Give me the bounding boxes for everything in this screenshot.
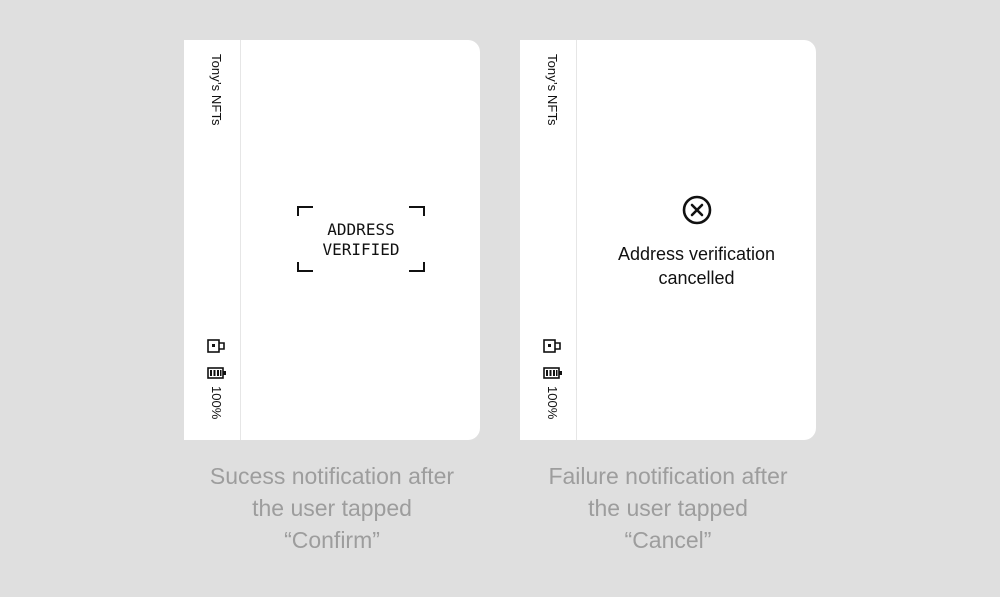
failure-caption: Failure notification after the user tapp…: [520, 460, 816, 556]
battery-percent-label: 100%: [545, 386, 560, 420]
screen-content: Address verification cancelled: [577, 40, 816, 440]
verification-cancelled-message: Address verification cancelled: [587, 242, 806, 290]
failure-device-screen: Tony’s NFTs 100% Address verification ca…: [520, 40, 816, 440]
frame-corner-top-right: [409, 206, 425, 216]
battery-icon: [543, 367, 562, 379]
screen-content: ADDRESS VERIFIED: [241, 40, 480, 440]
success-device-screen: Tony’s NFTs 100% ADDRESS VERIFIED: [184, 40, 480, 440]
caption-line-3: “Cancel”: [624, 527, 712, 553]
caption-line-1: Failure notification after: [548, 463, 788, 489]
status-rail: Tony’s NFTs 100%: [520, 40, 577, 440]
message-line-1: ADDRESS: [327, 220, 395, 239]
caption-line-1: Sucess notification after: [209, 463, 455, 489]
app-name-label: Tony’s NFTs: [545, 54, 560, 126]
app-name-label: Tony’s NFTs: [209, 54, 224, 126]
battery-icon: [207, 367, 226, 379]
address-verified-message: ADDRESS VERIFIED: [297, 220, 425, 260]
address-verified-frame: ADDRESS VERIFIED: [297, 206, 425, 272]
cancel-circle-icon: [682, 195, 712, 225]
frame-corner-top-left: [297, 206, 313, 216]
status-rail: Tony’s NFTs 100%: [184, 40, 241, 440]
caption-line-2: the user tapped: [588, 495, 748, 521]
message-line-1: Address verification: [617, 244, 776, 264]
frame-corner-bottom-left: [297, 262, 313, 272]
frame-corner-bottom-right: [409, 262, 425, 272]
message-line-2: cancelled: [658, 268, 735, 288]
usb-connection-icon: [543, 339, 561, 353]
caption-line-3: “Confirm”: [284, 527, 380, 553]
success-caption: Sucess notification after the user tappe…: [184, 460, 480, 556]
caption-line-2: the user tapped: [252, 495, 412, 521]
battery-percent-label: 100%: [209, 386, 224, 420]
stage: Tony’s NFTs 100% ADDRESS VERIFIED Tony’s…: [0, 0, 1000, 597]
message-line-2: VERIFIED: [322, 240, 400, 259]
usb-connection-icon: [207, 339, 225, 353]
